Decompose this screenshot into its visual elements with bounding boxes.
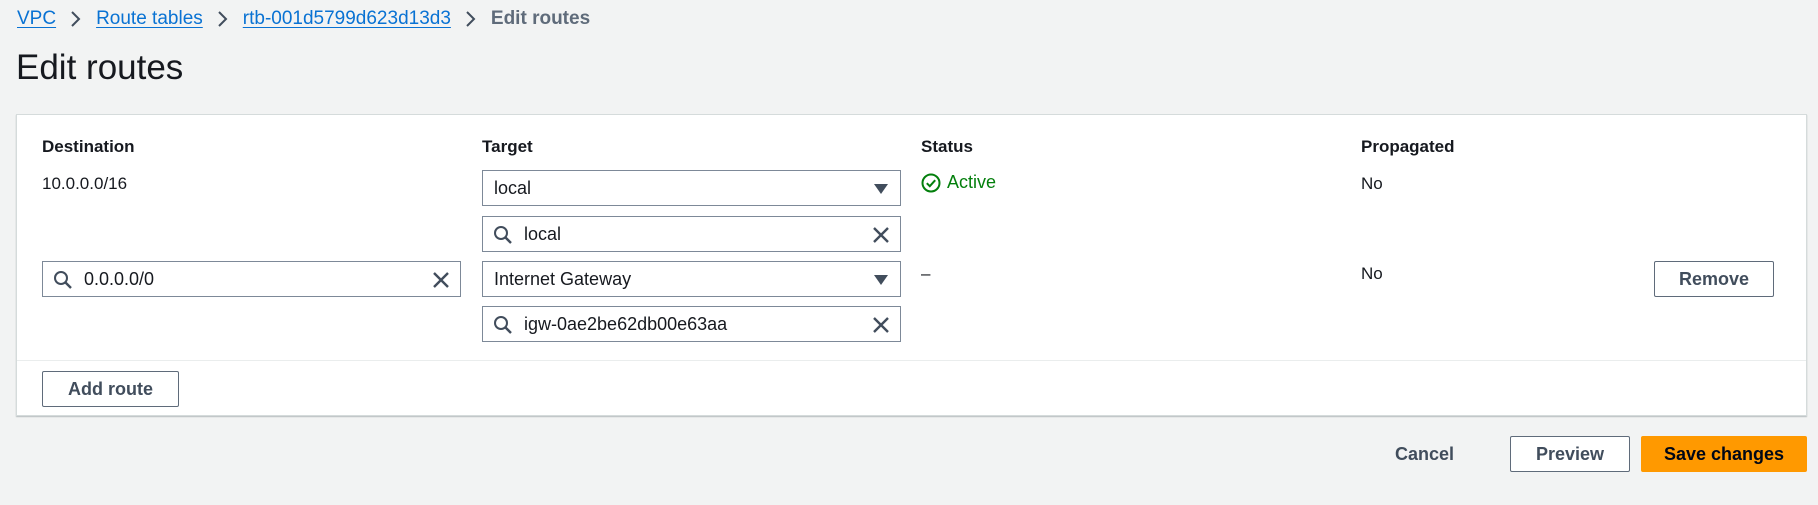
target-search-value: local bbox=[524, 224, 562, 244]
breadcrumb: VPC Route tables rtb-001d5799d623d13d3 E… bbox=[17, 6, 590, 32]
close-icon[interactable] bbox=[871, 225, 891, 245]
search-icon bbox=[493, 225, 513, 245]
breadcrumb-route-table-id[interactable]: rtb-001d5799d623d13d3 bbox=[243, 8, 451, 30]
save-changes-button[interactable]: Save changes bbox=[1641, 436, 1807, 472]
target-type-select[interactable]: local bbox=[482, 170, 901, 206]
target-search-value: igw-0ae2be62db00e63aa bbox=[524, 314, 728, 334]
target-type-select[interactable]: Internet Gateway bbox=[482, 261, 901, 297]
status-text: – bbox=[921, 264, 931, 283]
route-propagated: No bbox=[1361, 264, 1383, 283]
breadcrumb-current: Edit routes bbox=[490, 8, 591, 29]
page-title: Edit routes bbox=[16, 48, 184, 87]
search-icon bbox=[493, 315, 513, 335]
target-type-value: Internet Gateway bbox=[494, 268, 632, 289]
destination-input[interactable]: 0.0.0.0/0 bbox=[42, 261, 461, 297]
remove-route-button[interactable]: Remove bbox=[1654, 261, 1774, 297]
route-destination: 10.0.0.0/16 bbox=[42, 174, 128, 193]
column-header-status: Status bbox=[921, 137, 973, 156]
destination-input-value: 0.0.0.0/0 bbox=[84, 269, 155, 289]
close-icon[interactable] bbox=[871, 315, 891, 335]
target-search-input[interactable]: local bbox=[482, 216, 901, 252]
column-header-target: Target bbox=[482, 137, 533, 156]
breadcrumb-vpc[interactable]: VPC bbox=[17, 8, 56, 30]
cancel-button[interactable]: Cancel bbox=[1395, 436, 1454, 472]
caret-down-icon bbox=[874, 275, 888, 285]
search-icon bbox=[53, 270, 73, 290]
check-circle-icon bbox=[921, 173, 941, 192]
chevron-right-icon bbox=[451, 10, 491, 28]
preview-button[interactable]: Preview bbox=[1510, 436, 1630, 472]
close-icon[interactable] bbox=[431, 270, 451, 290]
routes-panel: Destination Target Status Propagated 10.… bbox=[16, 114, 1807, 416]
chevron-right-icon bbox=[203, 10, 243, 28]
target-type-value: local bbox=[494, 177, 532, 198]
caret-down-icon bbox=[874, 184, 888, 194]
chevron-right-icon bbox=[56, 10, 96, 28]
status-badge: Active bbox=[921, 172, 996, 193]
column-header-destination: Destination bbox=[42, 137, 135, 156]
column-header-propagated: Propagated bbox=[1361, 137, 1455, 156]
route-propagated: No bbox=[1361, 174, 1383, 193]
target-search-input[interactable]: igw-0ae2be62db00e63aa bbox=[482, 306, 901, 342]
breadcrumb-route-tables[interactable]: Route tables bbox=[96, 8, 203, 30]
add-route-button[interactable]: Add route bbox=[42, 371, 179, 407]
divider bbox=[17, 360, 1806, 361]
status-text: Active bbox=[947, 172, 997, 192]
